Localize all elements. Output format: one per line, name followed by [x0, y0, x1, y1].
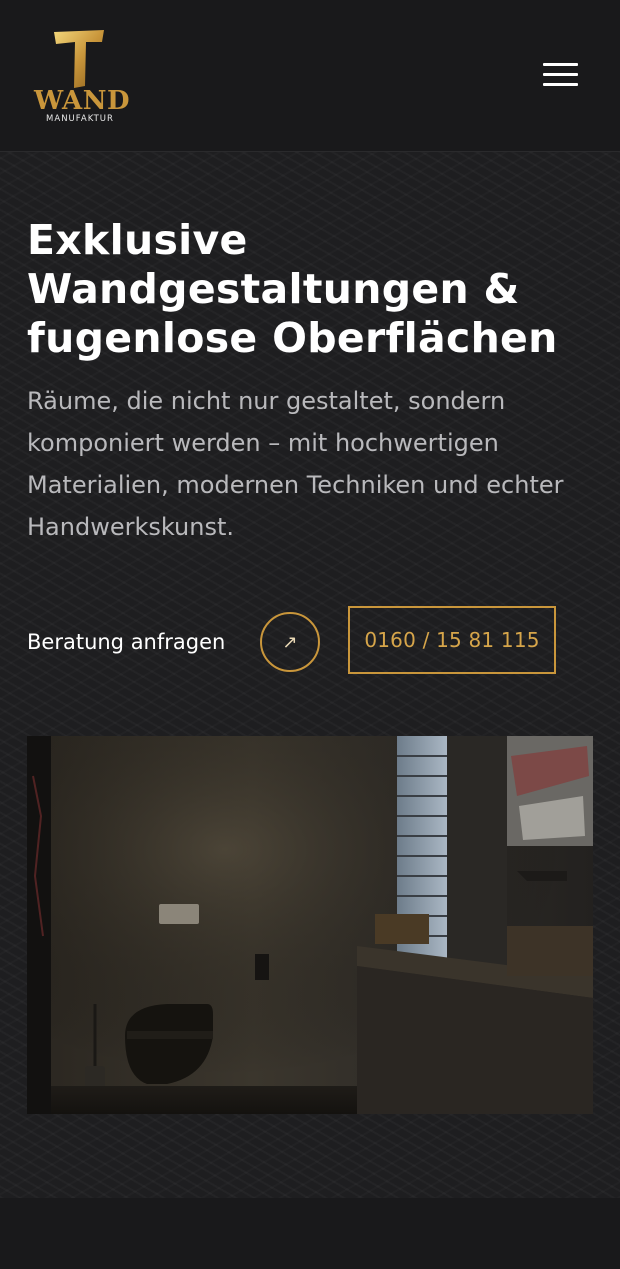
- logo-wordmark: WAND: [34, 86, 131, 116]
- phone-button[interactable]: 0160 / 15 81 115: [348, 606, 556, 674]
- arrow-up-right-icon: ↗: [282, 631, 298, 653]
- hero-title: Exklusive Wandgestaltungen & fugenlose O…: [27, 216, 558, 362]
- consultation-arrow-button[interactable]: ↗: [260, 612, 320, 672]
- hamburger-icon: [543, 63, 578, 66]
- bathroom-photo: [27, 736, 593, 1114]
- hero-section: Exklusive Wandgestaltungen & fugenlose O…: [0, 152, 620, 1198]
- bathroom-illustration: [27, 736, 593, 1114]
- logo-subline: MANUFAKTUR: [46, 114, 114, 124]
- consultation-link[interactable]: Beratung anfragen: [27, 622, 225, 662]
- site-header: WAND MANUFAKTUR: [0, 0, 620, 152]
- brand-logo[interactable]: WAND MANUFAKTUR: [34, 28, 131, 126]
- logo-t-emblem: [54, 30, 104, 88]
- section-divider: [0, 1198, 620, 1269]
- menu-button[interactable]: [540, 60, 580, 90]
- hero-description: Räume, die nicht nur gestaltet, sondern …: [27, 387, 564, 541]
